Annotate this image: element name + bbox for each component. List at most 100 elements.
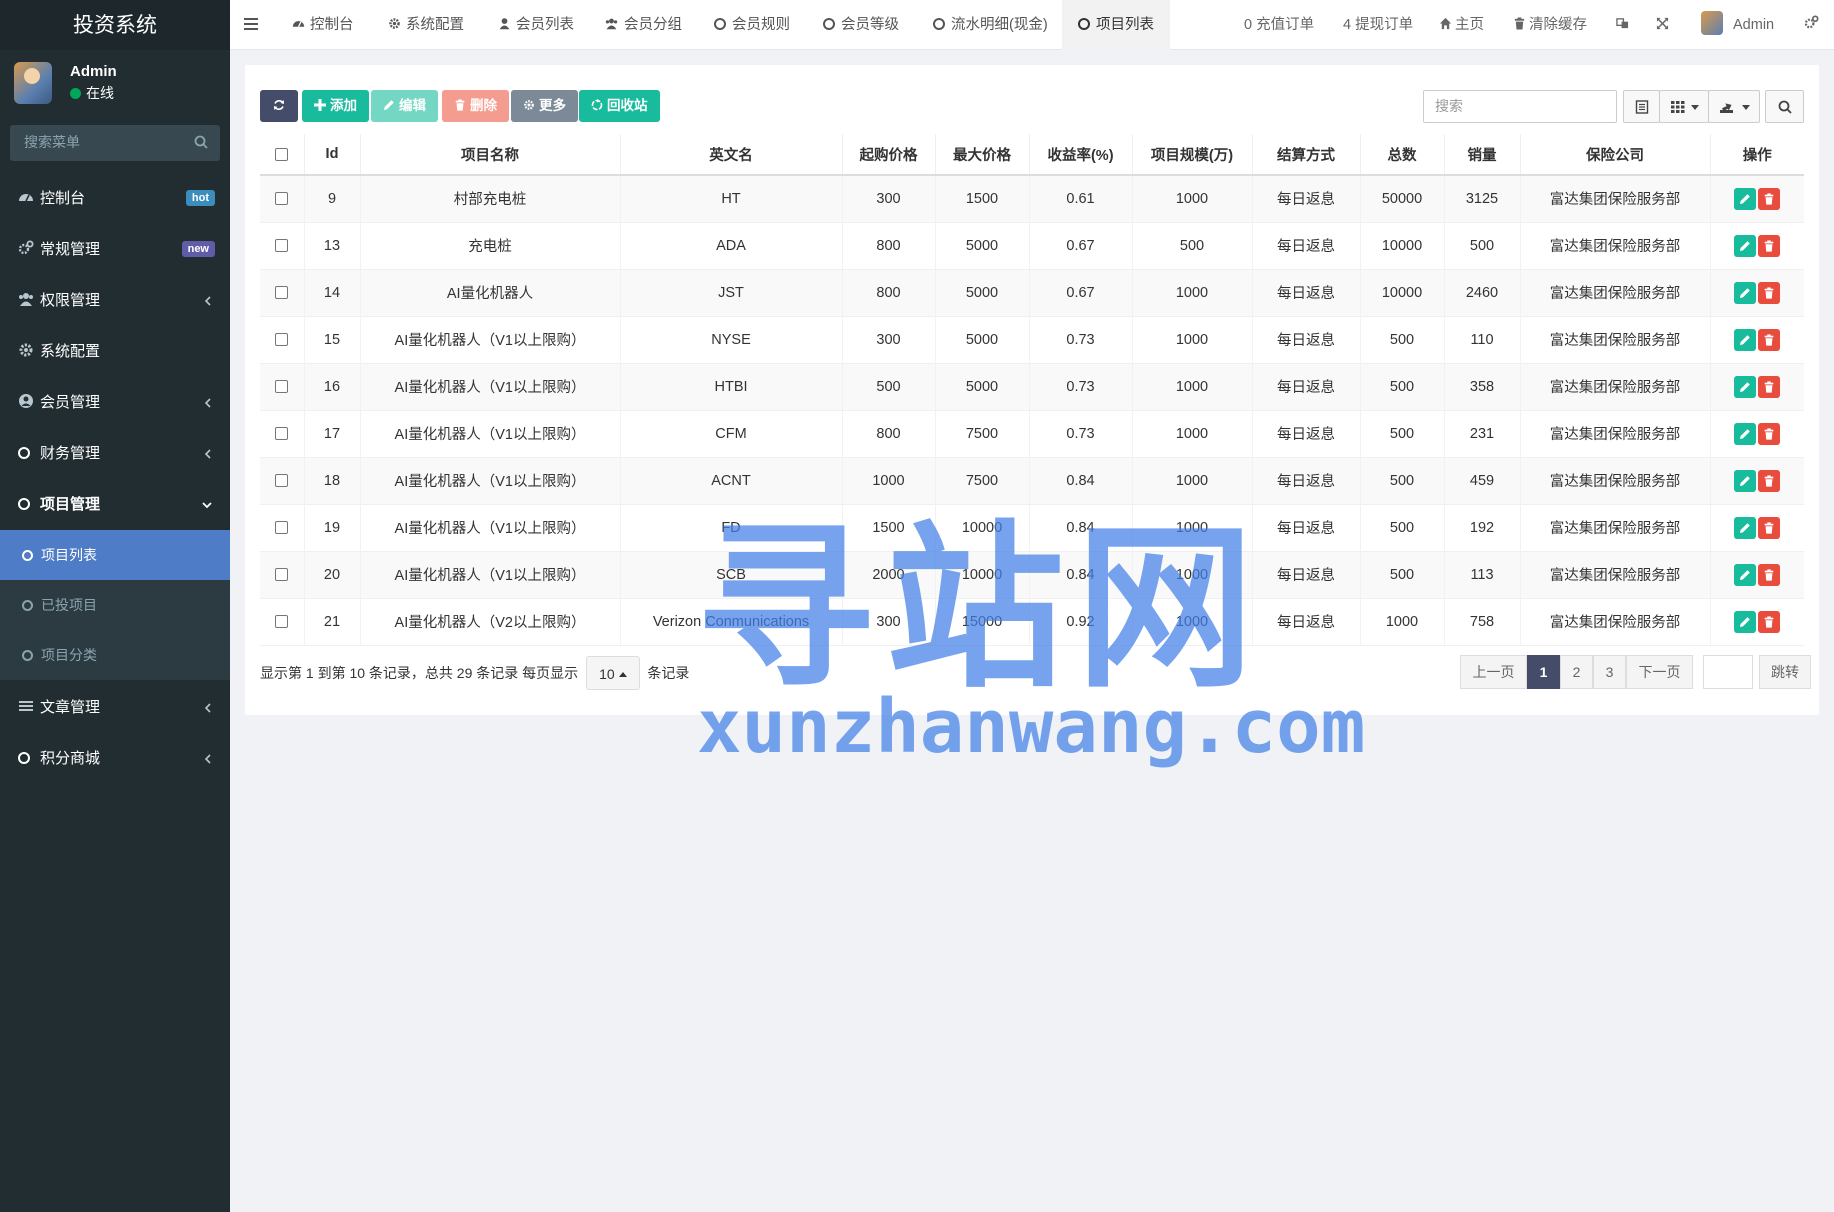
column-header[interactable]: 项目名称: [360, 134, 621, 176]
row-checkbox[interactable]: [275, 474, 289, 488]
column-header[interactable]: 最大价格: [935, 134, 1030, 176]
column-header[interactable]: 保险公司: [1520, 134, 1711, 176]
sidebar-item-dashboard[interactable]: 控制台 hot: [0, 173, 230, 224]
sidebar-item-system-config[interactable]: 系统配置: [0, 326, 230, 377]
row-checkbox[interactable]: [275, 380, 289, 394]
tab-dashboard[interactable]: 控制台: [292, 0, 354, 50]
settings-button[interactable]: [1804, 0, 1822, 50]
row-delete-button[interactable]: [1758, 328, 1781, 351]
row-delete-button[interactable]: [1758, 563, 1781, 586]
column-header[interactable]: 收益率(%): [1029, 134, 1133, 176]
withdraw-orders-link[interactable]: 4 提现订单: [1343, 0, 1413, 50]
tab-cash-flow[interactable]: 流水明细(现金): [933, 0, 1048, 50]
row-checkbox[interactable]: [275, 521, 289, 535]
table-row[interactable]: 13 充电桩 ADA 800 5000 0.67 500 每日返息 10000 500 富达集团保险…: [260, 222, 1804, 270]
tab-member-rules[interactable]: 会员规则: [714, 0, 790, 50]
row-edit-button[interactable]: [1734, 563, 1757, 586]
admin-menu[interactable]: Admin: [1701, 0, 1774, 50]
sidebar-item-members[interactable]: 会员管理: [0, 377, 230, 428]
delete-button[interactable]: 删除: [442, 90, 509, 122]
more-button[interactable]: 更多: [511, 90, 578, 122]
translate-button[interactable]: [1616, 0, 1632, 50]
sidebar-subitem-project-categories[interactable]: 项目分类: [0, 630, 230, 680]
jump-button[interactable]: 跳转: [1759, 655, 1811, 689]
table-row[interactable]: 17 AI量化机器人（V1以上限购） CFM 800 7500 0.73 1000 每日返息 5…: [260, 410, 1804, 458]
column-header[interactable]: 结算方式: [1252, 134, 1361, 176]
table-row[interactable]: 15 AI量化机器人（V1以上限购） NYSE 300 5000 0.73 1000 每日返息…: [260, 316, 1804, 364]
tab-system-config[interactable]: 系统配置: [388, 0, 464, 50]
table-row[interactable]: 14 AI量化机器人 JST 800 5000 0.67 1000 每日返息 10000 2460…: [260, 269, 1804, 317]
sidebar-subitem-project-list[interactable]: 项目列表: [0, 530, 230, 580]
search-icon[interactable]: [194, 135, 208, 149]
toggle-view-button[interactable]: [1623, 90, 1660, 123]
sidebar-item-projects[interactable]: 项目管理: [0, 479, 230, 530]
column-header[interactable]: 起购价格: [842, 134, 936, 176]
page-button-1[interactable]: 1: [1527, 655, 1560, 689]
edit-button[interactable]: 编辑: [371, 90, 438, 122]
row-checkbox[interactable]: [275, 239, 289, 253]
sidebar-item-articles[interactable]: 文章管理: [0, 682, 230, 733]
table-row[interactable]: 16 AI量化机器人（V1以上限购） HTBI 500 5000 0.73 1000 每日返息…: [260, 363, 1804, 411]
row-checkbox[interactable]: [275, 568, 289, 582]
column-header[interactable]: 销量: [1444, 134, 1521, 176]
row-checkbox[interactable]: [275, 286, 289, 300]
export-button[interactable]: [1708, 90, 1760, 123]
next-page-button[interactable]: 下一页: [1626, 655, 1693, 689]
row-checkbox[interactable]: [275, 192, 289, 206]
menu-toggle-icon[interactable]: [244, 18, 258, 30]
row-checkbox[interactable]: [275, 615, 289, 629]
column-header[interactable]: 项目规模(万): [1132, 134, 1253, 176]
home-link[interactable]: 主页: [1439, 0, 1484, 50]
row-edit-button[interactable]: [1734, 187, 1757, 210]
column-header[interactable]: 总数: [1360, 134, 1445, 176]
brand-title[interactable]: 投资系统: [0, 0, 230, 50]
tab-member-groups[interactable]: 会员分组: [604, 0, 682, 50]
refresh-button[interactable]: [260, 90, 298, 122]
row-edit-button[interactable]: [1734, 234, 1757, 257]
clear-cache-link[interactable]: 清除缓存: [1513, 0, 1587, 50]
row-delete-button[interactable]: [1758, 281, 1781, 304]
prev-page-button[interactable]: 上一页: [1460, 655, 1527, 689]
row-delete-button[interactable]: [1758, 469, 1781, 492]
tab-member-levels[interactable]: 会员等级: [823, 0, 899, 50]
add-button[interactable]: 添加: [302, 90, 369, 122]
select-all-checkbox[interactable]: [275, 147, 289, 161]
row-edit-button[interactable]: [1734, 422, 1757, 445]
table-row[interactable]: 18 AI量化机器人（V1以上限购） ACNT 1000 7500 0.84 1000 每日返…: [260, 457, 1804, 505]
table-row[interactable]: 9 村部充电桩 HT 300 1500 0.61 1000 每日返息 50000 3125 富达集团…: [260, 175, 1804, 223]
columns-button[interactable]: [1659, 90, 1709, 123]
advanced-search-button[interactable]: [1765, 90, 1804, 123]
sidebar-item-finance[interactable]: 财务管理: [0, 428, 230, 479]
row-delete-button[interactable]: [1758, 187, 1781, 210]
page-button-2[interactable]: 2: [1560, 655, 1593, 689]
sidebar-item-points-mall[interactable]: 积分商城: [0, 733, 230, 784]
menu-search-input[interactable]: [10, 125, 220, 161]
row-delete-button[interactable]: [1758, 610, 1781, 633]
page-size-dropdown[interactable]: 10: [586, 656, 640, 690]
tab-member-list[interactable]: 会员列表: [498, 0, 574, 50]
recharge-orders-link[interactable]: 0 充值订单: [1244, 0, 1314, 50]
row-delete-button[interactable]: [1758, 375, 1781, 398]
row-edit-button[interactable]: [1734, 375, 1757, 398]
column-header[interactable]: 英文名: [620, 134, 843, 176]
column-header[interactable]: Id: [304, 134, 361, 176]
row-delete-button[interactable]: [1758, 234, 1781, 257]
row-delete-button[interactable]: [1758, 422, 1781, 445]
row-edit-button[interactable]: [1734, 469, 1757, 492]
row-edit-button[interactable]: [1734, 516, 1757, 539]
sidebar-item-permissions[interactable]: 权限管理: [0, 275, 230, 326]
row-edit-button[interactable]: [1734, 610, 1757, 633]
row-edit-button[interactable]: [1734, 328, 1757, 351]
row-checkbox[interactable]: [275, 427, 289, 441]
tab-project-list[interactable]: 项目列表: [1062, 0, 1170, 50]
row-checkbox[interactable]: [275, 333, 289, 347]
sidebar-subitem-invested-projects[interactable]: 已投项目: [0, 580, 230, 630]
row-edit-button[interactable]: [1734, 281, 1757, 304]
sidebar-item-general[interactable]: 常规管理 new: [0, 224, 230, 275]
fullscreen-button[interactable]: [1656, 0, 1672, 50]
row-delete-button[interactable]: [1758, 516, 1781, 539]
jump-page-input[interactable]: [1703, 655, 1753, 689]
recycle-bin-button[interactable]: 回收站: [579, 90, 660, 122]
table-search-input[interactable]: [1423, 90, 1617, 123]
page-button-3[interactable]: 3: [1593, 655, 1626, 689]
